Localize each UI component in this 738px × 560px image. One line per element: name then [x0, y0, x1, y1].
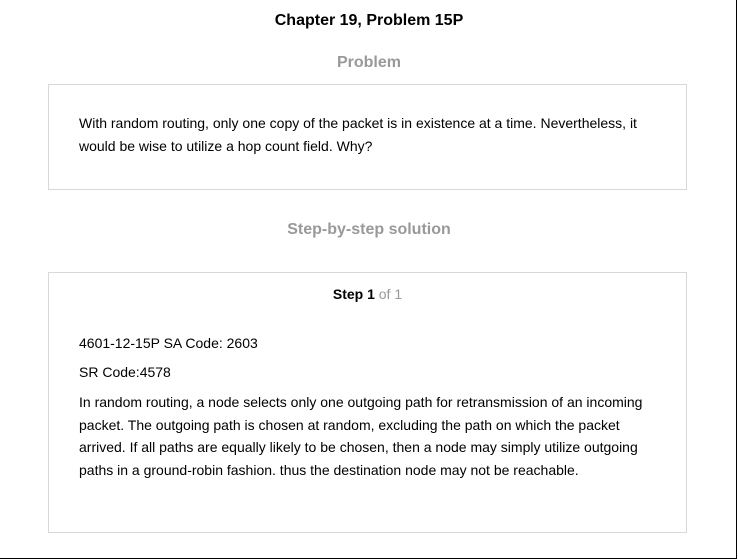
solution-code-line: 4601-12-15P SA Code: 2603 [79, 335, 258, 351]
step-header: Step 1 of 1 [49, 286, 686, 302]
problem-card: With random routing, only one copy of th… [48, 84, 687, 190]
problem-heading: Problem [336, 54, 401, 71]
step-label: Step 1 [332, 286, 375, 302]
solution-sr-code-line: SR Code:4578 [79, 364, 171, 380]
chapter-title: Chapter 19, Problem 15P [274, 12, 464, 29]
solution-paragraph: In random routing, a node selects only o… [79, 394, 643, 478]
problem-text: With random routing, only one copy of th… [79, 115, 637, 154]
solution-card: Step 1 of 1 4601-12-15P SA Code: 2603 SR… [48, 272, 687, 533]
step-count: of 1 [374, 286, 403, 302]
solution-heading: Step-by-step solution [287, 221, 451, 238]
